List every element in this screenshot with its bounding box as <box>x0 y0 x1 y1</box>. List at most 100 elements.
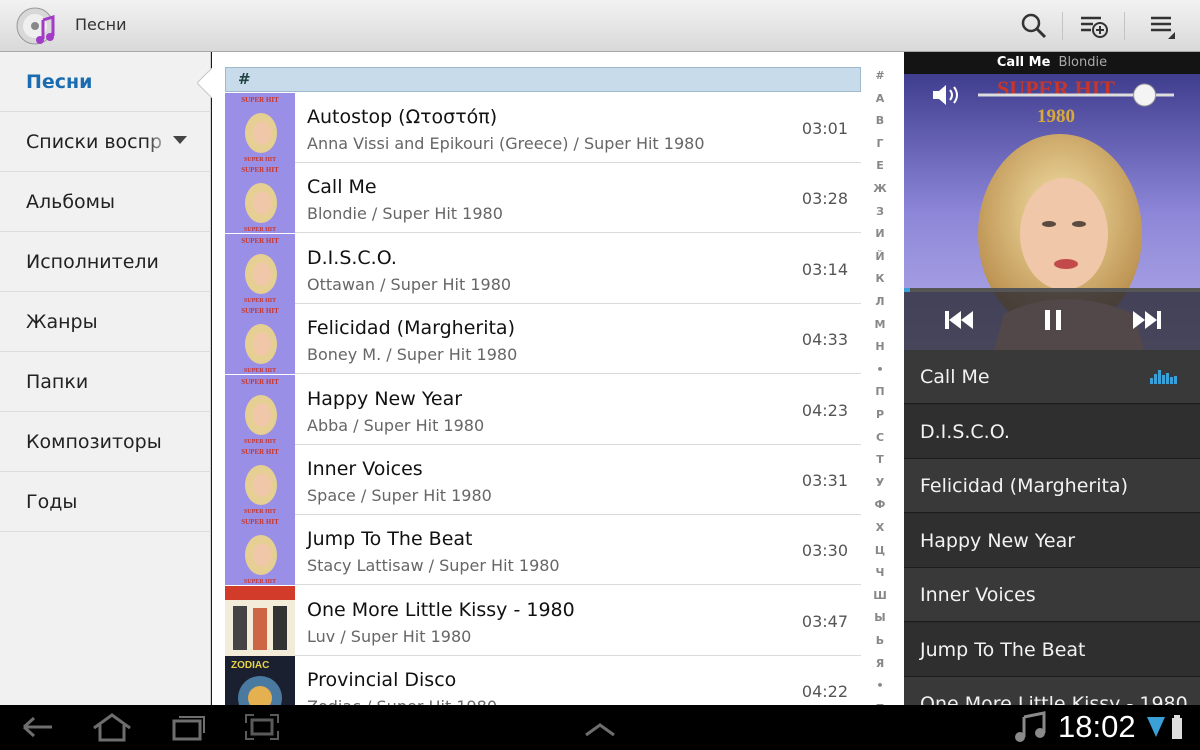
index-letter[interactable]: Й <box>864 250 896 263</box>
index-letter[interactable]: Х <box>864 521 896 534</box>
song-row[interactable]: SUPER HIT SUPER HIT Felicidad (Margherit… <box>225 304 861 375</box>
previous-track-icon[interactable] <box>941 304 977 336</box>
pause-icon[interactable] <box>1035 304 1071 336</box>
next-track-icon[interactable] <box>1129 304 1165 336</box>
song-artist-album: Zodiac / Super Hit 1980 <box>307 697 497 705</box>
album-art-thumbnail: SUPER HIT SUPER HIT <box>225 304 295 375</box>
sidebar-item-label: Исполнители <box>26 250 159 273</box>
music-note-icon <box>1015 711 1046 742</box>
playlist-add-icon <box>1081 16 1108 38</box>
index-letter[interactable]: А <box>864 92 896 105</box>
song-row[interactable]: SUPER HIT SUPER HIT Call Me Blondie / Sup… <box>225 163 861 234</box>
index-letter[interactable]: Г <box>864 137 896 150</box>
svg-text:SUPER HIT: SUPER HIT <box>241 237 279 245</box>
dropdown-arrow-icon[interactable] <box>173 136 187 144</box>
song-duration: 04:22 <box>801 682 848 702</box>
volume-icon[interactable] <box>930 82 962 108</box>
queue-item-title: Inner Voices <box>920 584 1036 606</box>
queue-item[interactable]: Felicidad (Margherita) <box>904 459 1200 513</box>
queue-item[interactable]: Inner Voices <box>904 568 1200 622</box>
song-row[interactable]: One More Little Kissy - 1980 Luv / Super … <box>225 585 861 656</box>
sidebar-item-label: Альбомы <box>26 190 116 213</box>
sidebar-item-years[interactable]: Годы <box>0 472 211 532</box>
queue-item[interactable]: Jump To The Beat <box>904 622 1200 677</box>
index-letter[interactable]: З <box>864 205 896 218</box>
action-bar: Песни <box>0 0 1200 52</box>
sidebar-item-genres[interactable]: Жанры <box>0 292 211 352</box>
sidebar-item-playlists[interactable]: Списки воспр <box>0 112 211 172</box>
album-art-thumbnail: SUPER HIT SUPER HIT <box>225 445 295 515</box>
now-playing-title: Call Me <box>996 55 1051 70</box>
queue-item[interactable]: D.I.S.C.O. <box>904 404 1200 459</box>
index-letter[interactable]: У <box>864 476 896 489</box>
index-letter[interactable]: Ж <box>864 182 896 195</box>
song-list: # SUPER HIT SUPER HIT Autostop (Ωτοστόπ)… <box>212 52 904 705</box>
separator <box>1124 12 1125 40</box>
sidebar-item-songs[interactable]: Песни <box>0 52 211 112</box>
index-letter[interactable]: Л <box>864 295 896 308</box>
sidebar-item-label: Жанры <box>26 310 98 333</box>
song-artist-album: Blondie / Super Hit 1980 <box>307 204 503 224</box>
album-art-thumbnail <box>225 585 295 656</box>
index-letter[interactable]: С <box>864 431 896 444</box>
index-letter[interactable]: И <box>864 227 896 240</box>
queue-item-title: Call Me <box>920 366 990 388</box>
category-sidebar: Песни Списки воспр Альбомы Исполнители Ж… <box>0 52 211 705</box>
clock-time[interactable]: 18:02 <box>1058 709 1136 745</box>
index-letter[interactable]: • <box>864 679 896 692</box>
overflow-menu-button[interactable] <box>1142 6 1182 46</box>
chevron-up-icon[interactable] <box>578 711 622 743</box>
index-letter[interactable]: Е <box>864 159 896 172</box>
volume-row <box>904 74 1200 114</box>
index-letter[interactable]: К <box>864 272 896 285</box>
queue-item-title: Felicidad (Margherita) <box>920 475 1128 497</box>
search-button[interactable] <box>1014 6 1054 46</box>
index-letter[interactable]: • <box>864 363 896 376</box>
svg-text:SUPER HIT: SUPER HIT <box>241 518 279 526</box>
volume-slider[interactable] <box>974 82 1184 108</box>
album-art-thumbnail: SUPER HIT SUPER HIT <box>225 515 295 586</box>
song-row[interactable]: SUPER HIT SUPER HIT Happy New Year Abba /… <box>225 374 861 445</box>
add-to-playlist-button[interactable] <box>1074 6 1114 46</box>
index-letter[interactable]: Р <box>864 408 896 421</box>
back-icon[interactable] <box>16 711 60 743</box>
sidebar-item-artists[interactable]: Исполнители <box>0 232 211 292</box>
index-letter[interactable]: Я <box>864 657 896 670</box>
song-title: Felicidad (Margherita) <box>307 317 515 340</box>
home-icon[interactable] <box>90 711 134 743</box>
index-letter[interactable]: Ф <box>864 498 896 511</box>
queue-item[interactable]: Call Me <box>904 350 1200 404</box>
music-app-icon[interactable] <box>16 6 58 48</box>
song-artist-album: Space / Super Hit 1980 <box>307 486 492 505</box>
song-row[interactable]: ZODIAC Provincial Disco Zodiac / Super Hi… <box>225 656 861 705</box>
sidebar-item-albums[interactable]: Альбомы <box>0 172 211 232</box>
screenshot-icon[interactable] <box>240 711 284 743</box>
battery-icon <box>1172 715 1182 739</box>
song-row[interactable]: SUPER HIT SUPER HIT Autostop (Ωτοστόπ) An… <box>225 93 861 163</box>
queue-item[interactable]: Happy New Year <box>904 513 1200 568</box>
queue-item[interactable]: One More Little Kissy - 1980 <box>904 677 1200 705</box>
svg-text:ZODIAC: ZODIAC <box>231 660 269 671</box>
index-letter[interactable]: В <box>864 114 896 127</box>
alphabet-index-scroller[interactable]: #АВГЕЖЗИЙКЛМН•ПРСТУФХЦЧШЫЬЯ•Z <box>864 69 896 705</box>
svg-text:SUPER HIT: SUPER HIT <box>241 307 279 315</box>
index-letter[interactable]: Ч <box>864 566 896 579</box>
song-row[interactable]: SUPER HIT SUPER HIT Jump To The Beat Stac… <box>225 515 861 586</box>
song-row[interactable]: SUPER HIT SUPER HIT Inner Voices Space / … <box>225 445 861 515</box>
index-letter[interactable]: П <box>864 385 896 398</box>
index-letter[interactable]: Ь <box>864 634 896 647</box>
index-letter[interactable]: М <box>864 318 896 331</box>
index-letter[interactable]: # <box>864 69 896 82</box>
recent-apps-icon[interactable] <box>166 711 210 743</box>
song-title: Inner Voices <box>307 458 423 480</box>
index-letter[interactable]: Ы <box>864 611 896 624</box>
sidebar-item-folders[interactable]: Папки <box>0 352 211 412</box>
index-letter[interactable]: Н <box>864 340 896 353</box>
index-letter[interactable]: Ш <box>864 589 896 602</box>
sidebar-item-composers[interactable]: Композиторы <box>0 412 211 472</box>
song-duration: 03:47 <box>801 611 848 631</box>
index-letter[interactable]: Ц <box>864 544 896 557</box>
song-row[interactable]: SUPER HIT SUPER HIT D.I.S.C.O. Ottawan / … <box>225 233 861 304</box>
index-letter[interactable]: Т <box>864 453 896 466</box>
queue-item-title: D.I.S.C.O. <box>920 420 1010 443</box>
